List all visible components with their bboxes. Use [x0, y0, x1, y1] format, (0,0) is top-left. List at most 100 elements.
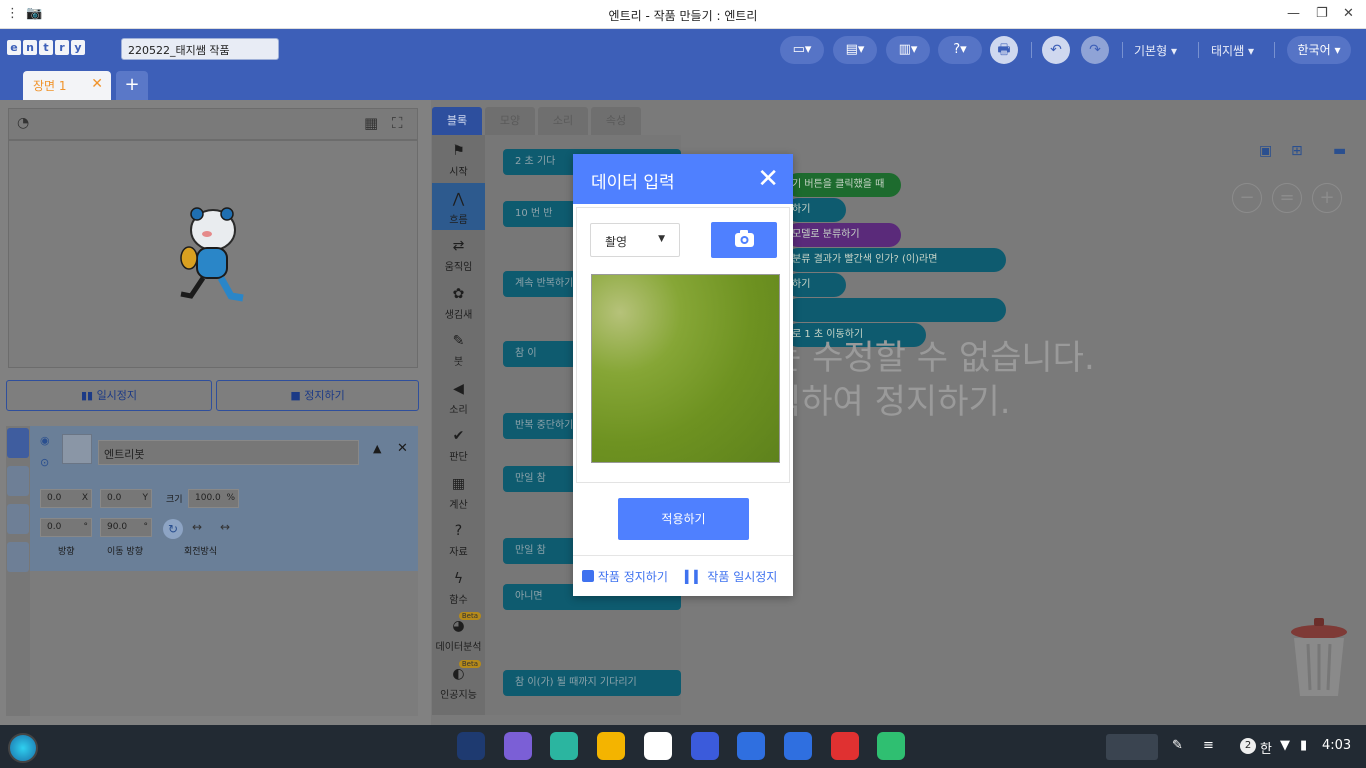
stop-work-button[interactable]: 작품 정지하기	[582, 568, 668, 585]
trash-icon[interactable]	[1290, 618, 1348, 698]
stage-canvas[interactable]	[8, 140, 418, 368]
zoom-reset-button[interactable]: =	[1272, 183, 1302, 213]
restore-icon[interactable]: ❐	[1316, 6, 1328, 21]
briefcase-app-icon[interactable]	[503, 732, 532, 760]
visibility-icon[interactable]: ◉	[40, 434, 50, 447]
x-field[interactable]: 0.0 X	[40, 489, 92, 508]
tab-shapes[interactable]: 모양	[485, 107, 535, 135]
storage-button[interactable]: ▥▾	[886, 36, 930, 64]
pause-button[interactable]: ▮▮ 일시정지	[6, 380, 212, 411]
help-tab[interactable]	[7, 466, 29, 496]
tab-sounds[interactable]: 소리	[538, 107, 588, 135]
message-tab[interactable]	[7, 504, 29, 534]
collapse-icon[interactable]: ▲	[373, 442, 381, 455]
rotate-none-icon[interactable]: ↔	[220, 520, 230, 534]
help-button[interactable]: ?▾	[938, 36, 982, 64]
object-name-input[interactable]: 엔트리봇	[98, 440, 359, 465]
category-brush[interactable]: ✎ 붓	[432, 325, 485, 372]
save-file-button[interactable]: ▤▾	[833, 36, 877, 64]
pause-work-button[interactable]: ▍▍ 작품 일시정지	[685, 568, 777, 585]
mode-menu[interactable]: 기본형 ▾	[1134, 42, 1177, 59]
palette-block[interactable]: 참 이(가) 될 때까지 기다리기	[503, 670, 681, 696]
input-source-select[interactable]: 촬영 ▼	[590, 223, 680, 257]
modal-close-icon[interactable]: ✕	[757, 166, 779, 192]
script-block[interactable]: 모델로 분류하기	[786, 223, 901, 247]
fullscreen-icon[interactable]: ⛶	[392, 114, 403, 132]
entry-logo[interactable]: e n t r y	[7, 40, 85, 55]
category-chart[interactable]: ◕ 데이터분석 Beta	[432, 610, 485, 657]
rotate-free-icon[interactable]: ↻	[163, 519, 183, 539]
category-arrows[interactable]: ⇄ 움직임	[432, 230, 485, 277]
cloud-app-icon[interactable]	[643, 732, 672, 760]
category-calc[interactable]: ▦ 계산	[432, 468, 485, 515]
redo-icon[interactable]: ↷	[1081, 36, 1109, 64]
overlay-line1: 는 수정할 수 없습니다.	[770, 338, 1095, 378]
bird-app-icon[interactable]	[457, 732, 485, 760]
minimize-icon[interactable]: —	[1287, 6, 1300, 21]
scene-tab[interactable]: 장면 1 ✕	[23, 71, 111, 100]
move-direction-field[interactable]: 90.0 °	[100, 518, 152, 537]
category-shapes[interactable]: ✿ 생김새	[432, 278, 485, 325]
playlist-icon[interactable]: ≡	[1203, 738, 1214, 753]
speed-icon[interactable]: ◔	[17, 115, 29, 131]
object-card[interactable]: ◉ ⊙ 엔트리봇 ▲ ✕ 0.0 X 0.0 Y 크기 100.0% 0.0 ° 90…	[30, 426, 418, 571]
size-field[interactable]: 100.0%	[188, 489, 239, 508]
logo-letter: n	[23, 40, 37, 55]
language-menu[interactable]: 한국어 ▾	[1287, 36, 1351, 64]
entry-app-icon[interactable]	[877, 732, 906, 760]
script-block[interactable]	[786, 298, 1006, 322]
script-block[interactable]: 기 버튼을 클릭했을 때	[786, 173, 901, 197]
pen-icon[interactable]: ✎	[1172, 738, 1183, 753]
delete-object-icon[interactable]: ✕	[397, 441, 408, 456]
tab-properties[interactable]: 속성	[591, 107, 641, 135]
zoom-out-button[interactable]: −	[1232, 183, 1262, 213]
undo-icon[interactable]: ↶	[1042, 36, 1070, 64]
variable-tab[interactable]	[7, 542, 29, 572]
entrybot-sprite[interactable]	[173, 204, 253, 304]
code-view-button[interactable]: ▭▾	[780, 36, 824, 64]
print-icon[interactable]: 🖶	[990, 36, 1018, 64]
overlay-line2: 릭하여 정지하기.	[770, 382, 1011, 422]
ime-indicator[interactable]: 한	[1260, 738, 1272, 757]
add-scene-button[interactable]: +	[116, 71, 148, 100]
tote-icon[interactable]	[1106, 734, 1158, 760]
project-name-input[interactable]: 220522_태지쌤 작품	[121, 38, 279, 60]
close-window-icon[interactable]: ✕	[1343, 6, 1354, 21]
y-field[interactable]: 0.0 Y	[100, 489, 152, 508]
tab-blocks[interactable]: 블록	[432, 107, 482, 135]
lock-icon[interactable]: ⊙	[40, 456, 49, 469]
category-function[interactable]: ϟ 함수	[432, 563, 485, 610]
video-app-icon[interactable]	[550, 732, 579, 760]
launcher-icon[interactable]	[8, 733, 38, 763]
files-app-icon[interactable]	[597, 732, 626, 760]
calendar-app-icon[interactable]	[830, 732, 859, 760]
capture-button[interactable]	[711, 222, 777, 258]
mode-menu-label: 기본형	[1134, 44, 1168, 58]
category-speaker[interactable]: ◀ 소리	[432, 373, 485, 420]
minimize-blocks-icon[interactable]: ▬	[1333, 143, 1346, 159]
scene-close-icon[interactable]: ✕	[91, 76, 103, 92]
notification-badge[interactable]: 2	[1240, 738, 1256, 754]
direction-field[interactable]: 0.0 °	[40, 518, 92, 537]
category-flag[interactable]: ⚑ 시작	[432, 135, 485, 182]
clock[interactable]: 4:03	[1322, 738, 1351, 753]
category-ai[interactable]: ◐ 인공지능 Beta	[432, 658, 485, 705]
script-block[interactable]: 분류 결과가 빨간색 인가? (이)라면	[786, 248, 1006, 272]
category-question[interactable]: ? 자료	[432, 515, 485, 562]
add-comment-icon[interactable]: ⊞	[1291, 143, 1303, 159]
apply-button[interactable]: 적용하기	[618, 498, 749, 540]
user-menu[interactable]: 태지쌤 ▾	[1211, 42, 1254, 59]
rotate-horizontal-icon[interactable]: ↔	[192, 520, 202, 534]
zoom-in-button[interactable]: +	[1312, 183, 1342, 213]
script-block[interactable]: 하기	[786, 273, 846, 297]
classroom-app-icon[interactable]	[737, 732, 766, 760]
category-flow[interactable]: ⋀ 흐름	[432, 182, 485, 230]
stop-button[interactable]: ■ 정지하기	[216, 380, 419, 411]
script-block[interactable]: 하기	[786, 198, 846, 222]
grid-icon[interactable]: ▦	[364, 114, 378, 132]
board-app-icon[interactable]	[783, 732, 812, 760]
category-check[interactable]: ✔ 판단	[432, 420, 485, 467]
school-app-icon[interactable]	[690, 732, 719, 760]
comment-icon[interactable]: ▣	[1259, 143, 1272, 159]
object-tab[interactable]	[7, 428, 29, 458]
